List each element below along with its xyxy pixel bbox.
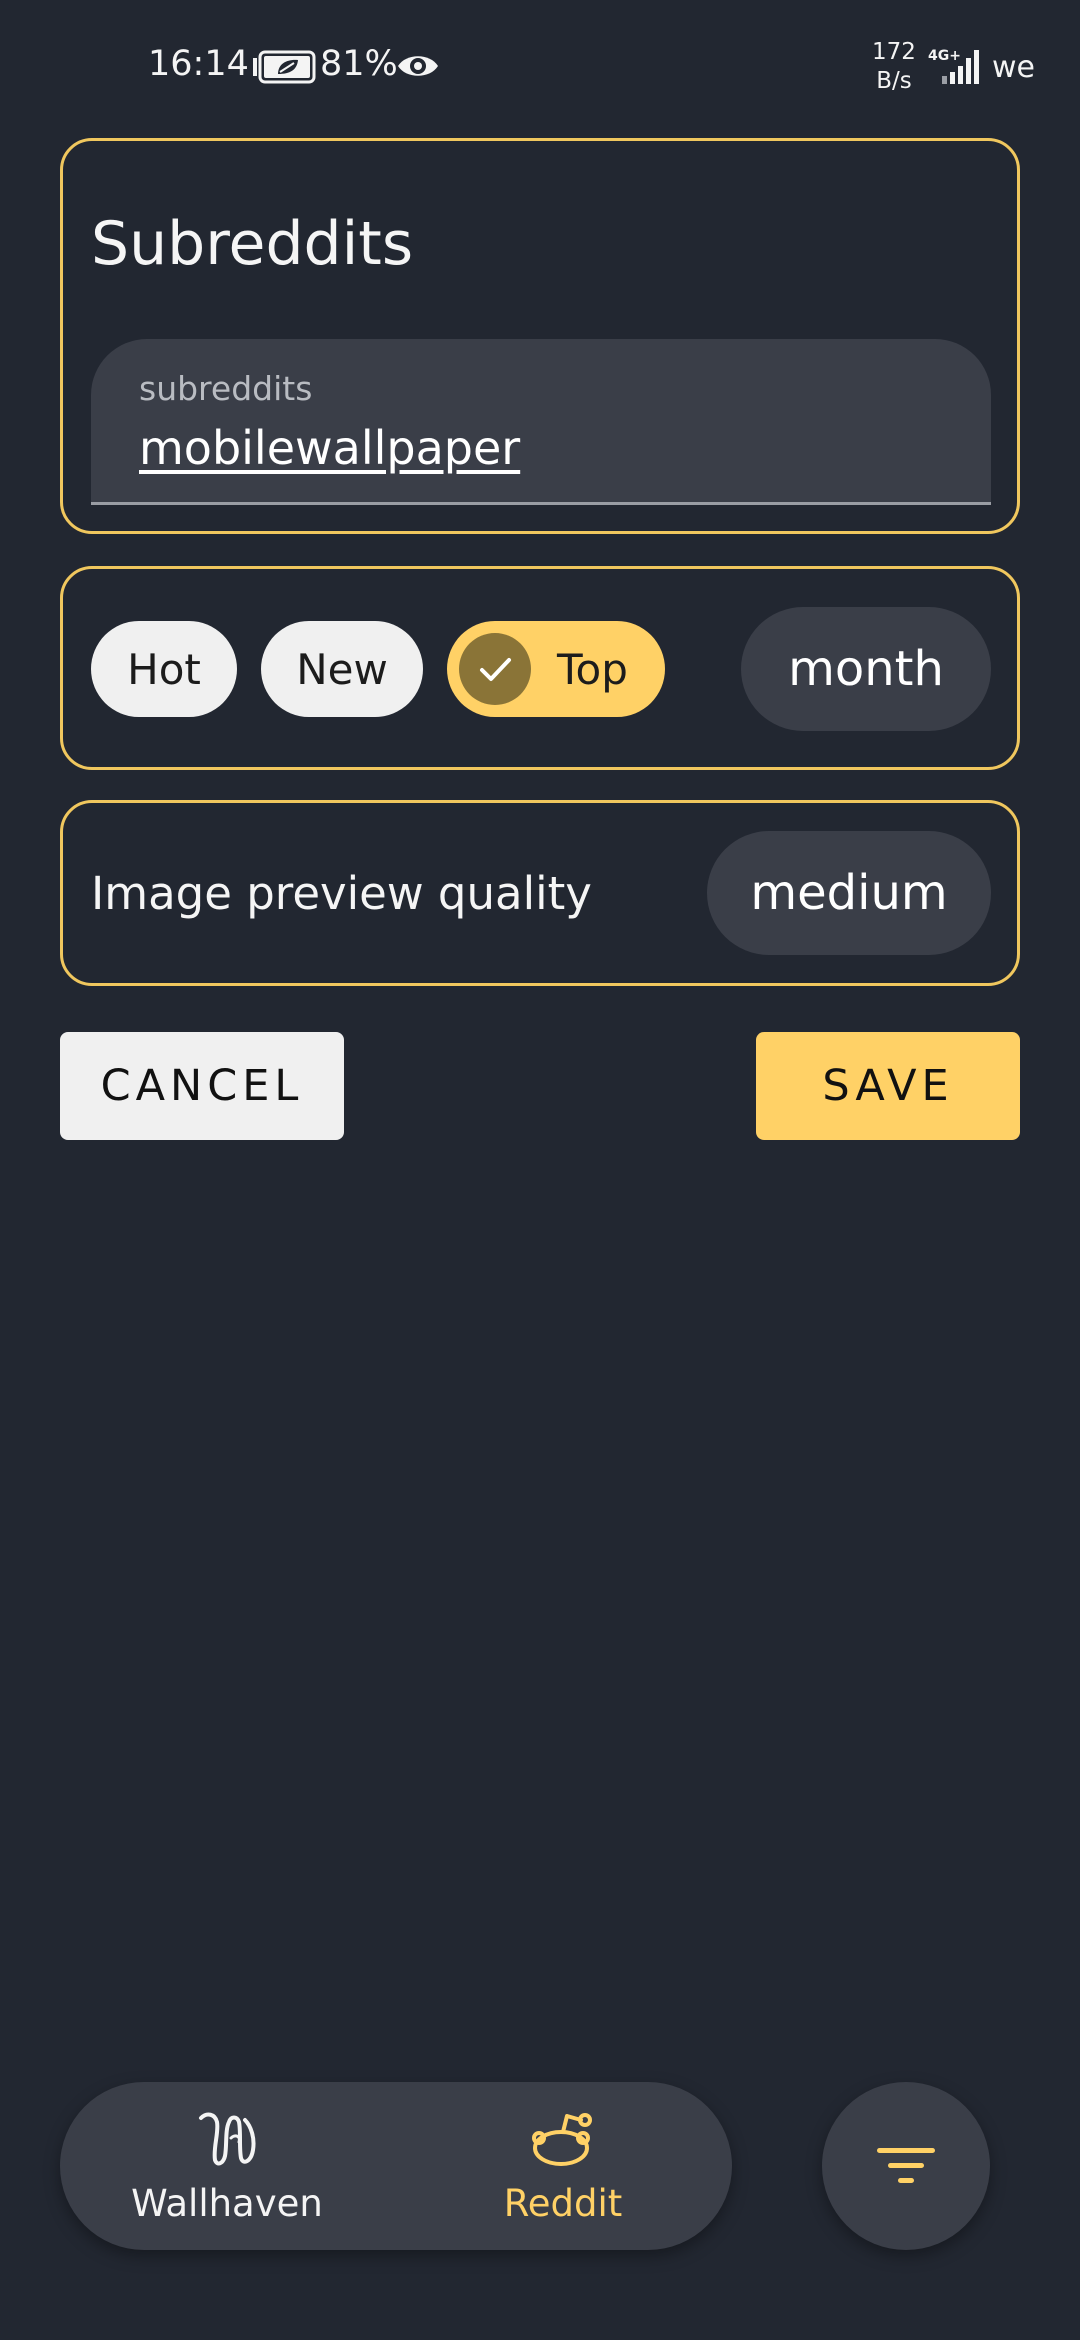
status-bar: 16:14 81% 172 B/s 4G+ we — [0, 0, 1080, 130]
subreddits-card: Subreddits subreddits mobilewallpaper — [60, 138, 1020, 534]
chip-hot[interactable]: Hot — [91, 621, 237, 717]
network-speed-unit: B/s — [876, 68, 912, 94]
chip-top[interactable]: Top — [447, 621, 665, 717]
time-range-value: month — [788, 641, 944, 697]
checkmark-icon — [459, 633, 531, 705]
network-type-label: 4G+ — [928, 48, 961, 64]
carrier-name: we — [992, 50, 1035, 85]
subreddits-title: Subreddits — [91, 209, 414, 279]
eye-comfort-icon — [398, 56, 438, 76]
subreddits-input-value[interactable]: mobilewallpaper — [139, 421, 520, 475]
cancel-button[interactable]: CANCEL — [60, 1032, 344, 1140]
save-button[interactable]: SAVE — [756, 1032, 1020, 1140]
quality-label: Image preview quality — [91, 867, 592, 920]
sort-card: Hot New Top month — [60, 566, 1020, 770]
subreddits-input-label: subreddits — [139, 369, 313, 408]
quality-value: medium — [750, 865, 948, 921]
nav-item-reddit[interactable]: Reddit — [448, 2082, 678, 2250]
wallhaven-logo-icon — [199, 2112, 256, 2166]
network-speed-value: 172 — [872, 39, 916, 65]
screen: 16:14 81% 172 B/s 4G+ we Subreddits subr… — [0, 0, 1080, 2340]
reddit-icon — [532, 2113, 592, 2166]
nav-label-wallhaven: Wallhaven — [131, 2182, 323, 2225]
filter-icon — [877, 2148, 935, 2183]
time-range-dropdown[interactable]: month — [741, 607, 991, 731]
status-time: 16:14 — [148, 44, 249, 84]
signal-strength-icon: 4G+ — [928, 48, 979, 84]
quality-dropdown[interactable]: medium — [707, 831, 991, 955]
bottom-navigation: Wallhaven Reddit — [60, 2082, 732, 2250]
chip-top-label: Top — [557, 644, 628, 694]
subreddits-input[interactable]: subreddits mobilewallpaper — [91, 339, 991, 505]
nav-label-reddit: Reddit — [503, 2182, 623, 2225]
chip-hot-label: Hot — [127, 644, 201, 694]
battery-saver-icon — [253, 50, 316, 84]
chip-new[interactable]: New — [261, 621, 423, 717]
quality-card: Image preview quality medium — [60, 800, 1020, 986]
filter-button[interactable] — [822, 2082, 990, 2250]
chip-new-label: New — [296, 644, 388, 694]
network-speed: 172 B/s — [872, 38, 916, 96]
battery-percent: 81% — [320, 44, 398, 84]
nav-item-wallhaven[interactable]: Wallhaven — [112, 2082, 342, 2250]
